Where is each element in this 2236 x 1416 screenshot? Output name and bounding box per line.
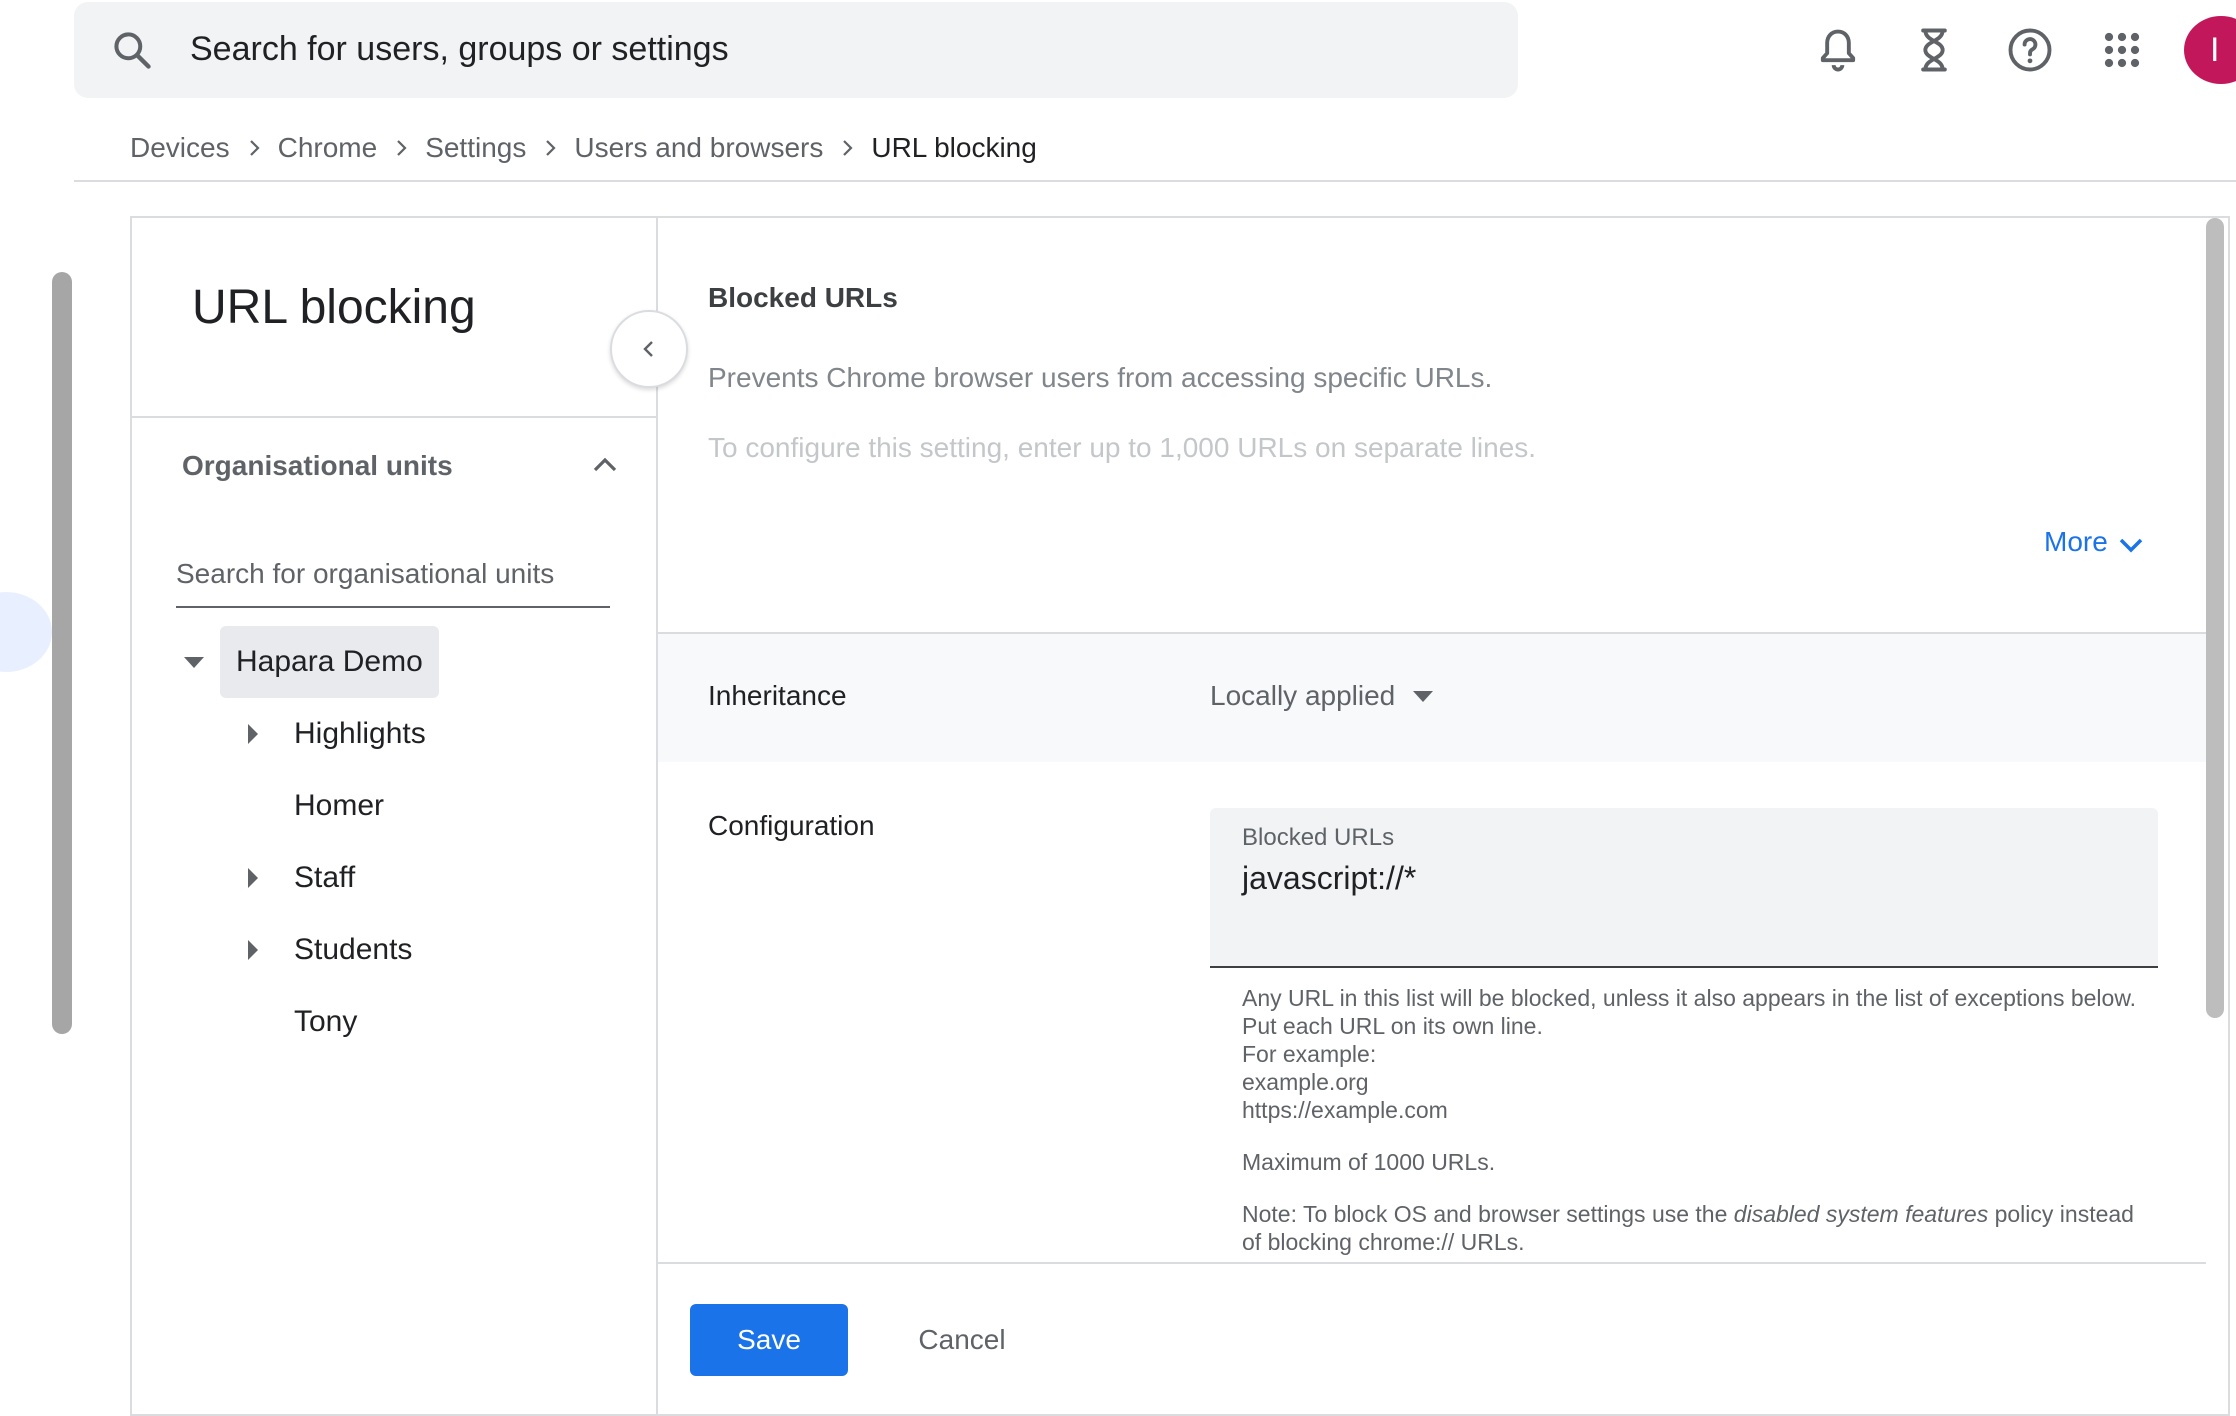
caret-down-icon[interactable] — [182, 654, 206, 670]
global-search-placeholder[interactable]: Search for users, groups or settings — [190, 30, 729, 69]
tree-item-root[interactable]: Hapara Demo — [220, 626, 439, 698]
tree-item-highlights[interactable]: Highlights — [294, 698, 426, 770]
panel-divider — [132, 416, 656, 418]
org-unit-search-input[interactable]: Search for organisational units — [176, 558, 610, 608]
org-units-header[interactable]: Organisational units — [182, 450, 453, 482]
apps-grid-icon[interactable] — [2096, 22, 2148, 78]
help-note-prefix: Note: To block OS and browser settings u… — [1242, 1201, 1734, 1227]
help-icon[interactable] — [2004, 22, 2056, 78]
setting-title: Blocked URLs — [708, 282, 898, 313]
hourglass-icon[interactable] — [1908, 22, 1960, 78]
chevron-right-icon — [526, 136, 574, 160]
footer-divider — [658, 1262, 2206, 1264]
page-title: URL blocking — [192, 281, 476, 334]
help-line-4: https://example.com — [1242, 1097, 1448, 1123]
chevron-right-icon — [230, 136, 278, 160]
setting-description-secondary: To configure this setting, enter up to 1… — [708, 432, 1537, 463]
more-label: More — [2044, 526, 2108, 557]
chevron-right-icon — [377, 136, 425, 160]
inheritance-value: Locally applied — [1210, 680, 1396, 711]
breadcrumb-users-and-browsers[interactable]: Users and browsers — [574, 132, 823, 164]
caret-down-icon — [1413, 691, 1434, 702]
cancel-button[interactable]: Cancel — [882, 1304, 1042, 1376]
account-avatar[interactable]: I — [2184, 16, 2236, 84]
inheritance-select[interactable]: Locally applied — [1210, 680, 1435, 712]
breadcrumb-url-blocking: URL blocking — [871, 132, 1037, 163]
configuration-label: Configuration — [708, 810, 875, 841]
inheritance-row: Inheritance Locally applied — [658, 634, 2206, 762]
org-unit-search-placeholder: Search for organisational units — [176, 558, 555, 589]
more-link[interactable]: More — [2044, 524, 2146, 560]
caret-right-icon[interactable] — [246, 866, 260, 890]
help-line-3: example.org — [1242, 1069, 1369, 1095]
help-note-emphasis: disabled system features — [1733, 1201, 1989, 1227]
blocked-urls-textarea[interactable]: Blocked URLs javascript://* — [1210, 808, 2158, 968]
setting-description: Prevents Chrome browser users from acces… — [708, 362, 1493, 393]
page-scrollbar[interactable] — [52, 272, 72, 1034]
chevron-right-icon — [823, 136, 871, 160]
breadcrumb: Devices Chrome Settings Users and browse… — [130, 128, 1037, 168]
search-icon[interactable] — [110, 28, 154, 72]
tree-item-students[interactable]: Students — [294, 914, 412, 986]
global-search-bar[interactable]: Search for users, groups or settings — [74, 2, 1518, 98]
setting-detail-panel: Blocked URLs Prevents Chrome browser use… — [658, 218, 2206, 1414]
breadcrumb-devices[interactable]: Devices — [130, 132, 230, 164]
save-button[interactable]: Save — [690, 1304, 848, 1376]
chevron-down-icon — [2119, 538, 2143, 553]
breadcrumb-chrome[interactable]: Chrome — [278, 132, 378, 164]
blocked-urls-field-value[interactable]: javascript://* — [1242, 860, 1416, 897]
caret-right-icon[interactable] — [246, 722, 260, 746]
settings-card: URL blocking Organisational units Search… — [130, 216, 2230, 1416]
panel-scrollbar[interactable] — [2206, 218, 2224, 1018]
help-max: Maximum of 1000 URLs. — [1242, 1149, 1496, 1175]
collapse-panel-button[interactable] — [610, 310, 688, 388]
breadcrumb-settings[interactable]: Settings — [425, 132, 526, 164]
tree-item-homer[interactable]: Homer — [294, 770, 384, 842]
inheritance-label: Inheritance — [708, 680, 847, 711]
chevron-up-icon[interactable] — [590, 450, 620, 480]
tree-item-tony[interactable]: Tony — [294, 986, 357, 1058]
org-unit-panel: URL blocking Organisational units Search… — [132, 218, 658, 1414]
help-line-2: For example: — [1242, 1041, 1377, 1067]
side-nav-indicator[interactable] — [0, 592, 52, 672]
blocked-urls-field-label: Blocked URLs — [1242, 824, 1395, 851]
tree-item-staff[interactable]: Staff — [294, 842, 355, 914]
help-note: Note: To block OS and browser settings u… — [1242, 1200, 2142, 1256]
chevron-left-icon — [643, 341, 653, 357]
notifications-icon[interactable] — [1812, 22, 1864, 78]
help-text: Any URL in this list will be blocked, un… — [1242, 984, 2142, 1256]
help-line-1: Any URL in this list will be blocked, un… — [1242, 985, 2137, 1039]
caret-right-icon[interactable] — [246, 938, 260, 962]
header-divider — [74, 180, 2236, 182]
